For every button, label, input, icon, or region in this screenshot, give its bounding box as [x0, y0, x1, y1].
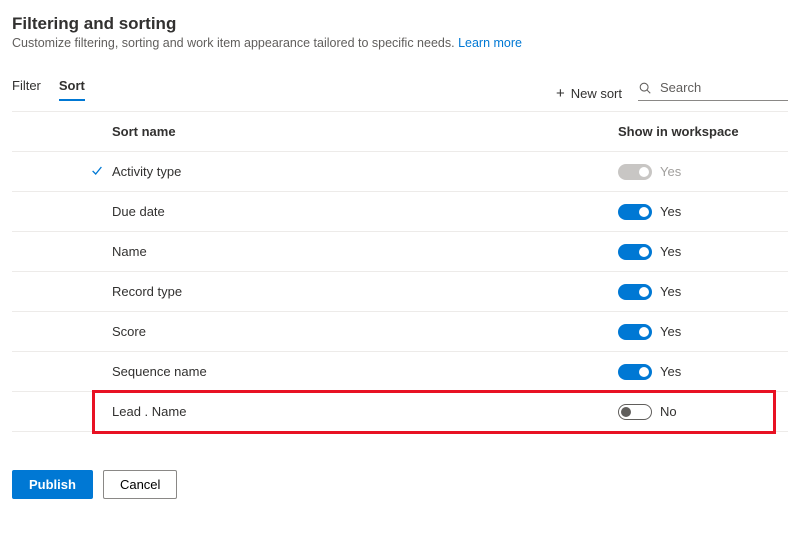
toggle-cell: Yes	[618, 204, 748, 220]
toggle-cell: Yes	[618, 164, 748, 180]
cancel-button[interactable]: Cancel	[103, 470, 177, 499]
subtitle-text: Customize filtering, sorting and work it…	[12, 36, 458, 50]
toggle-label: Yes	[660, 164, 682, 179]
show-in-workspace-toggle[interactable]	[618, 244, 652, 260]
sort-name: Due date	[90, 204, 618, 219]
toggle-cell: No	[618, 404, 748, 420]
publish-button[interactable]: Publish	[12, 470, 93, 499]
show-in-workspace-toggle[interactable]	[618, 284, 652, 300]
tab-sort[interactable]: Sort	[59, 74, 85, 101]
table-row[interactable]: Due date Yes	[12, 192, 788, 232]
show-in-workspace-toggle[interactable]	[618, 204, 652, 220]
table-row[interactable]: Score Yes	[12, 312, 788, 352]
table-row[interactable]: Activity type Yes	[12, 152, 788, 192]
col-show-in-workspace: Show in workspace	[618, 124, 748, 139]
sort-name: Activity type	[90, 164, 618, 179]
toggle-label: Yes	[660, 244, 682, 259]
table-row[interactable]: Name Yes	[12, 232, 788, 272]
footer: Publish Cancel	[12, 470, 788, 499]
search-icon	[638, 81, 652, 95]
toolbar: Filter Sort + New sort	[12, 74, 788, 101]
new-sort-button[interactable]: + New sort	[556, 86, 622, 101]
col-sort-name: Sort name	[90, 124, 618, 139]
plus-icon: +	[556, 86, 565, 101]
tab-filter[interactable]: Filter	[12, 74, 41, 101]
toggle-label: Yes	[660, 324, 682, 339]
table-row[interactable]: Sequence name Yes	[12, 352, 788, 392]
show-in-workspace-toggle	[618, 164, 652, 180]
sort-name: Name	[90, 244, 618, 259]
list-header: Sort name Show in workspace	[12, 112, 788, 152]
sort-name: Score	[90, 324, 618, 339]
show-in-workspace-toggle[interactable]	[618, 364, 652, 380]
search-box[interactable]	[638, 77, 788, 101]
toggle-cell: Yes	[618, 284, 748, 300]
table-row[interactable]: Record type Yes	[12, 272, 788, 312]
learn-more-link[interactable]: Learn more	[458, 36, 522, 50]
sort-name: Sequence name	[90, 364, 618, 379]
sort-name: Record type	[90, 284, 618, 299]
toggle-cell: Yes	[618, 364, 748, 380]
sort-name: Lead . Name	[90, 404, 618, 419]
toggle-cell: Yes	[618, 244, 748, 260]
new-sort-label: New sort	[571, 86, 622, 101]
page-subtitle: Customize filtering, sorting and work it…	[12, 36, 788, 50]
tabs: Filter Sort	[12, 74, 85, 101]
show-in-workspace-toggle[interactable]	[618, 404, 652, 420]
toggle-label: No	[660, 404, 682, 419]
toggle-label: Yes	[660, 284, 682, 299]
toggle-label: Yes	[660, 204, 682, 219]
toggle-label: Yes	[660, 364, 682, 379]
sort-list: Sort name Show in workspace Activity typ…	[12, 111, 788, 432]
toggle-cell: Yes	[618, 324, 748, 340]
search-input[interactable]	[658, 79, 788, 96]
page-title: Filtering and sorting	[12, 14, 788, 34]
check-icon	[90, 163, 104, 180]
table-row[interactable]: Lead . Name No	[12, 392, 788, 432]
show-in-workspace-toggle[interactable]	[618, 324, 652, 340]
